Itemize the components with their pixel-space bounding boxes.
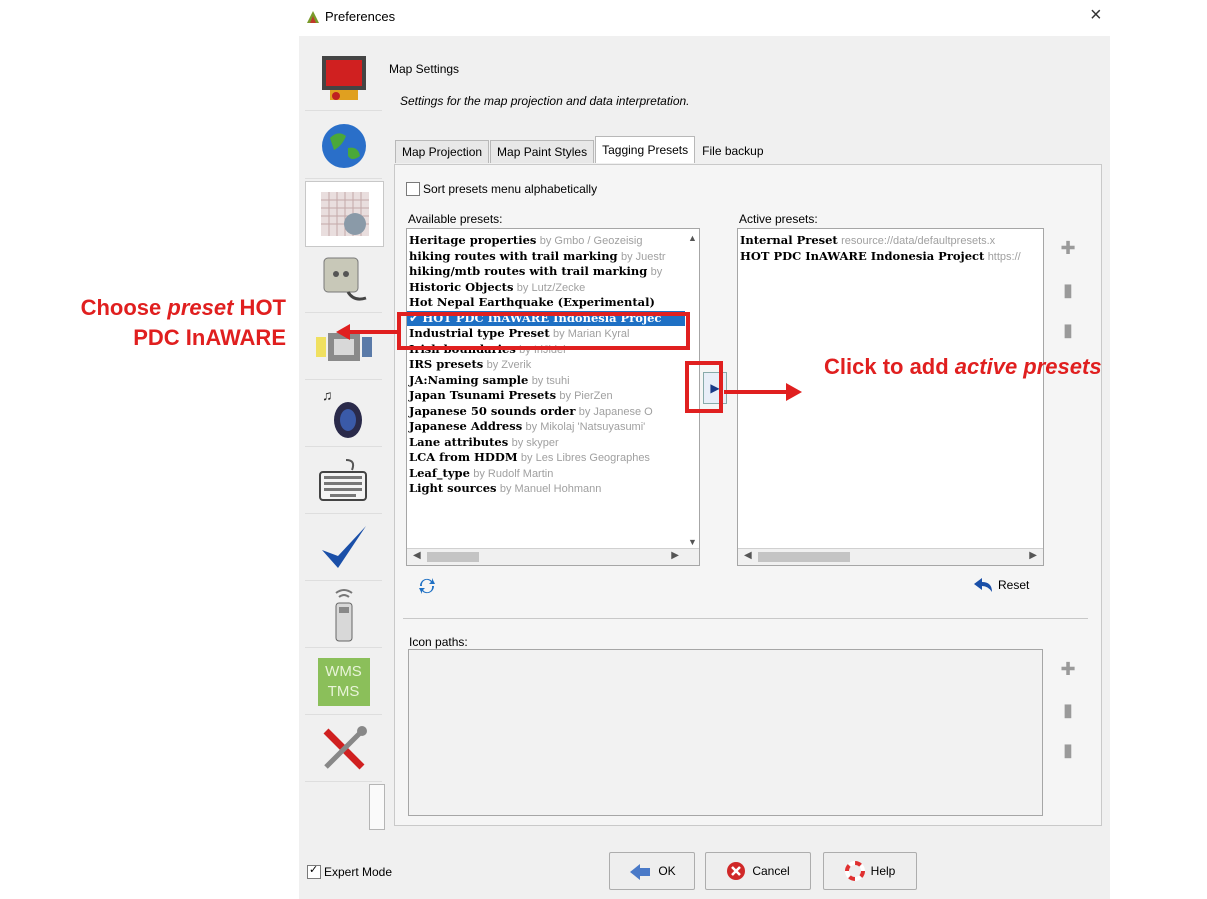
list-item[interactable]: Japan Tsunami Presets by PierZen	[407, 388, 699, 404]
sidebar-item-advanced[interactable]	[305, 717, 382, 782]
sidebar-item-imagery[interactable]: WMS TMS	[305, 650, 382, 715]
sidebar-item-remote-control[interactable]	[305, 583, 382, 648]
arrow-left-annotation	[336, 324, 400, 340]
window-title: Preferences	[325, 9, 396, 24]
sort-presets-label: Sort presets menu alphabetically	[423, 181, 598, 196]
icon-paths-list[interactable]	[408, 649, 1043, 816]
sidebar-item-validator[interactable]	[305, 516, 382, 581]
list-item[interactable]: JA:Naming sample by tsuhi	[407, 373, 699, 389]
list-item[interactable]: Hot Nepal Earthquake (Experimental)	[407, 295, 699, 311]
sidebar-item-audio[interactable]: ♫	[305, 382, 382, 447]
list-item[interactable]: Light sources by Manuel Hohmann	[407, 481, 699, 497]
list-item[interactable]: Japanese Address by Mikolaj 'Natsuyasumi…	[407, 419, 699, 435]
icon-paths-label: Icon paths:	[409, 635, 468, 649]
list-item[interactable]: Leaf_type by Rudolf Martin	[407, 466, 699, 482]
ok-button[interactable]: OK	[609, 852, 695, 890]
expert-mode-row: ✓ Expert Mode	[307, 864, 392, 879]
help-button[interactable]: Help	[823, 852, 917, 890]
edit-icon[interactable]: ▮	[1060, 280, 1076, 300]
undo-icon	[974, 578, 992, 592]
annotation-add-active: Click to add active presets	[824, 354, 1102, 379]
sidebar-item-globe[interactable]	[305, 114, 382, 179]
page-title: Map Settings	[389, 62, 460, 76]
arrow-right-annotation	[724, 383, 802, 401]
delete-icon[interactable]: ▮	[1060, 320, 1076, 340]
active-horizontal-scrollbar[interactable]: ◀ ▶	[738, 548, 1043, 565]
chevron-up-icon[interactable]: ▲	[688, 233, 697, 243]
expert-mode-label: Expert Mode	[324, 864, 393, 879]
annotation-choose-preset: Choose preset HOT	[80, 295, 286, 320]
cancel-button[interactable]: Cancel	[705, 852, 811, 890]
tab-tagging-presets[interactable]: Tagging Presets	[595, 136, 696, 163]
list-item[interactable]: Internal Preset resource://data/defaultp…	[738, 233, 1043, 249]
list-item[interactable]: HOT PDC InAWARE Indonesia Project https:…	[738, 249, 1043, 265]
add-icon[interactable]: ✚	[1060, 659, 1076, 679]
tab-map-projection[interactable]: Map Projection	[395, 140, 490, 163]
chevron-right-icon[interactable]: ▶	[671, 550, 679, 561]
expert-mode-checkbox[interactable]: ✓	[307, 864, 321, 879]
globe-icon	[321, 124, 366, 168]
tab-bar: Map Projection Map Paint Styles Tagging …	[395, 136, 771, 164]
plugin-socket-icon	[323, 257, 366, 301]
remote-control-icon	[334, 589, 353, 642]
list-item[interactable]: IRS presets by Zverik	[407, 357, 699, 373]
available-presets-list[interactable]: Heritage properties by Gmbo / Geozeisig …	[406, 228, 700, 566]
highlight-selected-preset	[397, 312, 690, 350]
scroll-thumb[interactable]	[427, 552, 479, 562]
active-presets-label: Active presets:	[739, 212, 818, 226]
keyboard-icon	[318, 459, 367, 501]
available-presets-label: Available presets:	[408, 212, 503, 226]
highlight-add-button	[685, 361, 723, 413]
available-horizontal-scrollbar[interactable]: ◀ ▶	[407, 548, 699, 565]
map-grid-icon	[320, 192, 369, 236]
chevron-left-icon[interactable]: ◀	[744, 550, 752, 561]
sidebar-scrollbar[interactable]	[369, 784, 385, 830]
refresh-icon[interactable]	[417, 576, 437, 599]
list-item[interactable]: LCA from HDDM by Les Libres Geographes	[407, 450, 699, 466]
checkmark-icon	[321, 526, 366, 568]
page-subtitle: Settings for the map projection and data…	[400, 94, 690, 108]
annotation-choose-preset-line2: PDC InAWARE	[133, 325, 286, 350]
sidebar-item-shortcuts[interactable]	[305, 449, 382, 514]
list-item[interactable]: Lane attributes by skyper	[407, 435, 699, 451]
ok-icon	[630, 864, 651, 880]
delete-icon[interactable]: ▮	[1060, 740, 1076, 760]
tab-file-backup[interactable]: File backup	[696, 140, 769, 162]
tools-icon	[323, 726, 367, 770]
display-settings-icon	[321, 56, 366, 100]
lifebuoy-icon	[844, 861, 865, 881]
reset-label: Reset	[998, 578, 1030, 592]
add-icon[interactable]: ✚	[1060, 238, 1076, 258]
tab-map-paint-styles[interactable]: Map Paint Styles	[490, 140, 595, 163]
edit-icon[interactable]: ▮	[1060, 700, 1076, 720]
close-icon[interactable]: ×	[1090, 4, 1102, 27]
scroll-thumb[interactable]	[758, 552, 850, 562]
app-icon	[305, 9, 321, 25]
sidebar-item-map-settings[interactable]	[305, 181, 384, 247]
sidebar: ♫ WMS TMS	[303, 42, 384, 828]
sidebar-item-plugins[interactable]	[305, 248, 382, 313]
list-item[interactable]: Heritage properties by Gmbo / Geozeisig	[407, 233, 699, 249]
list-item[interactable]: Japanese 50 sounds order by Japanese O	[407, 404, 699, 420]
list-item[interactable]: hiking/mtb routes with trail marking by	[407, 264, 699, 280]
chevron-left-icon[interactable]: ◀	[413, 550, 421, 561]
reset-button[interactable]: Reset	[972, 576, 1029, 594]
chevron-right-icon[interactable]: ▶	[1029, 550, 1037, 561]
chevron-down-icon[interactable]: ▼	[688, 537, 697, 547]
divider	[403, 618, 1088, 619]
cancel-icon	[727, 862, 746, 880]
sort-presets-checkbox[interactable]	[406, 181, 420, 196]
svg-text:♫: ♫	[322, 387, 333, 403]
wms-tms-icon: WMS TMS	[317, 658, 370, 706]
sort-presets-checkbox-row: Sort presets menu alphabetically	[406, 181, 597, 196]
list-item[interactable]: Historic Objects by Lutz/Zecke	[407, 280, 699, 296]
sidebar-item-display[interactable]	[305, 46, 382, 111]
list-item[interactable]: hiking routes with trail marking by Jues…	[407, 249, 699, 265]
speaker-icon: ♫	[322, 387, 362, 438]
